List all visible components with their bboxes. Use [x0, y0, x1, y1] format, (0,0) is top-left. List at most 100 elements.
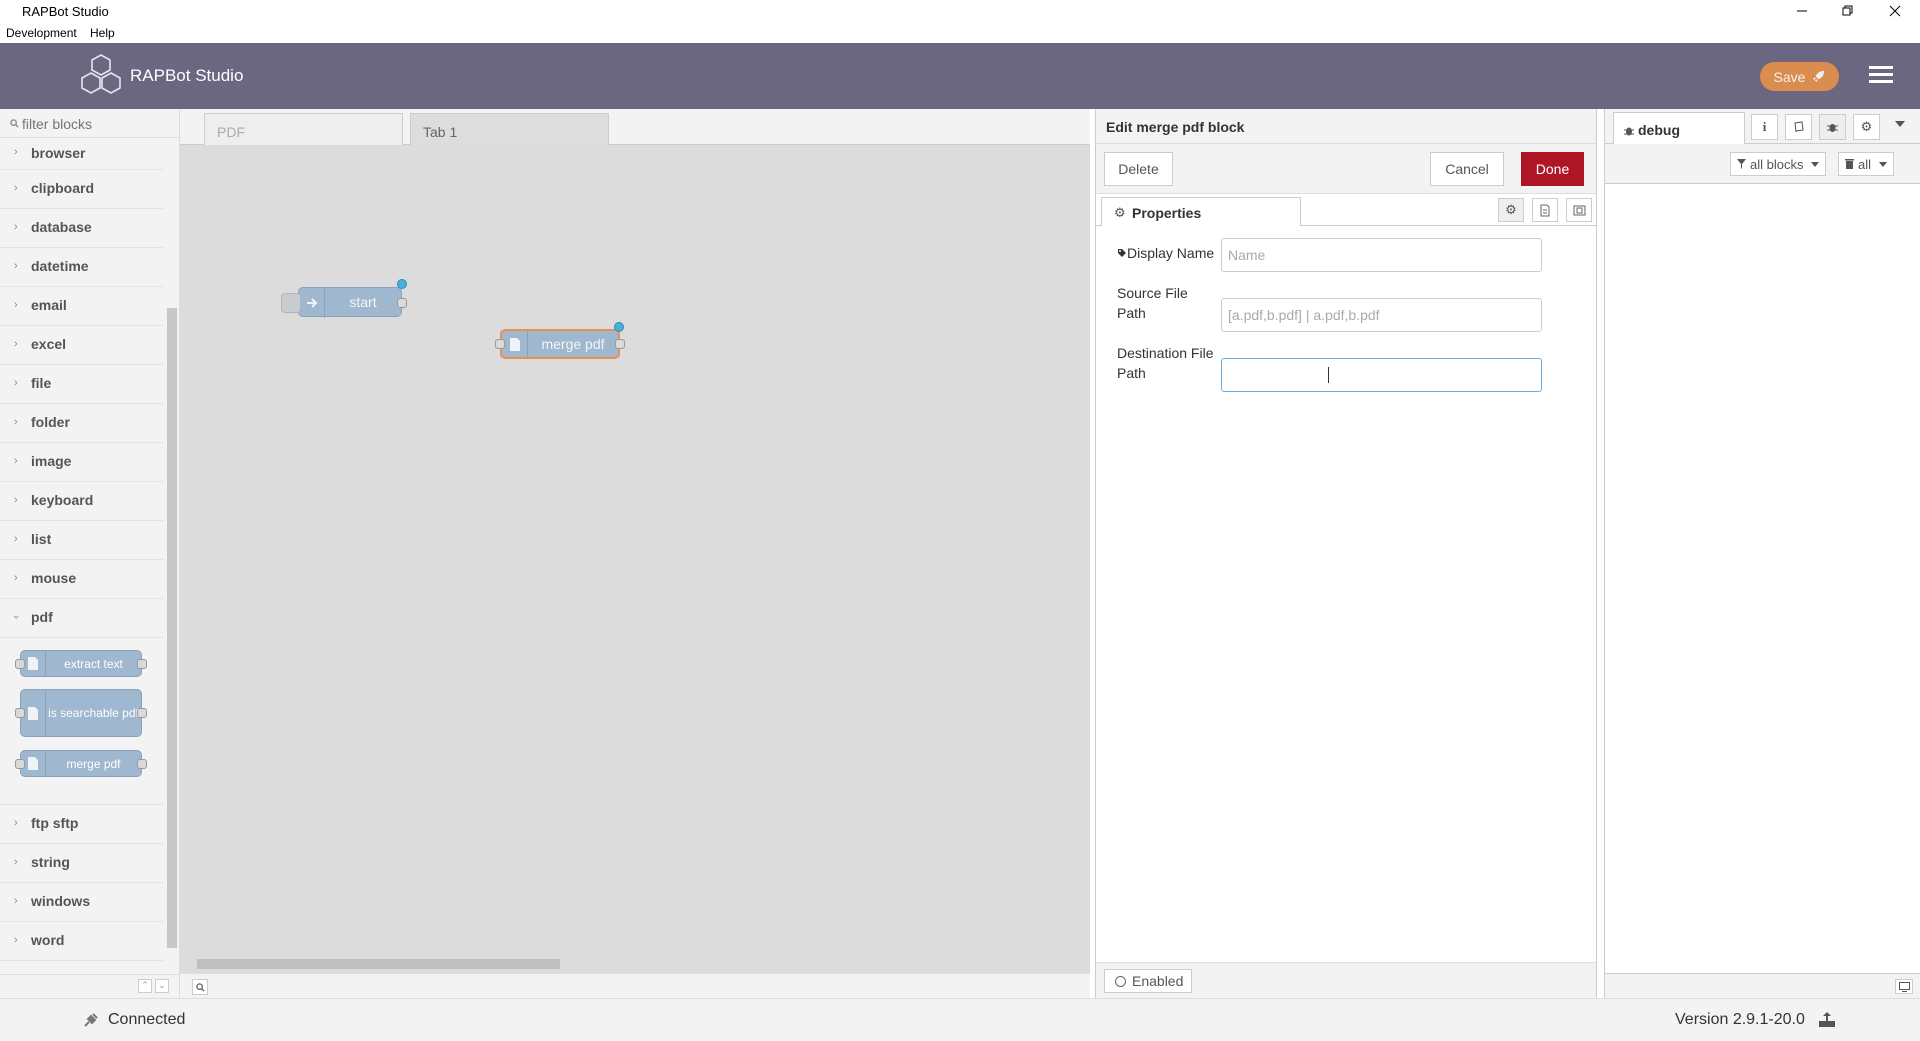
scrollbar-thumb[interactable] [167, 308, 177, 948]
menu-development[interactable]: Development [6, 26, 77, 40]
logo-icon [81, 54, 121, 94]
monitor-icon[interactable] [1895, 979, 1913, 994]
minimize-icon[interactable] [1779, 0, 1825, 22]
palette-block-extract-text[interactable]: extract text [15, 650, 147, 677]
category-label: clipboard [31, 180, 95, 196]
tray-header: Edit merge pdf block [1096, 109, 1596, 144]
bug-icon[interactable] [1819, 114, 1846, 140]
category-email[interactable]: › email [0, 287, 163, 326]
debug-filter-dropdown[interactable]: all blocks [1730, 152, 1827, 176]
collapse-up-icon[interactable]: ⌃ [138, 979, 152, 993]
display-name-label: Display Name [1117, 243, 1214, 263]
scrollbar-thumb[interactable] [197, 959, 560, 969]
info-icon[interactable]: i [1751, 114, 1778, 140]
category-label: ftp sftp [31, 815, 79, 831]
debug-clear-dropdown[interactable]: all [1838, 152, 1895, 176]
chevron-right-icon: › [14, 182, 18, 194]
gear-icon[interactable]: ⚙ [1853, 114, 1880, 140]
canvas-scrollbar[interactable] [180, 955, 1090, 973]
delete-button[interactable]: Delete [1104, 152, 1173, 186]
filter-icon [1737, 159, 1746, 169]
palette-block-is-searchable-pdf[interactable]: is searchable pdf [15, 689, 147, 737]
category-database[interactable]: › database [0, 209, 163, 248]
node-merge-pdf[interactable]: merge pdf [495, 322, 625, 359]
cancel-button[interactable]: Cancel [1430, 152, 1504, 186]
block-label: merge pdf [66, 756, 121, 771]
gear-icon[interactable]: ⚙ [1498, 198, 1524, 222]
source-file-path-field[interactable] [1221, 298, 1542, 332]
book-icon[interactable] [1785, 114, 1812, 140]
category-mouse[interactable]: › mouse [0, 560, 163, 599]
category-label: folder [31, 414, 70, 430]
chevron-right-icon: › [14, 494, 18, 506]
display-name-field[interactable] [1221, 238, 1542, 272]
save-button[interactable]: Save [1760, 62, 1839, 91]
changed-indicator [614, 322, 624, 332]
chevron-down-icon[interactable] [1895, 121, 1905, 127]
category-keyboard[interactable]: › keyboard [0, 482, 163, 521]
category-label: datetime [31, 258, 89, 274]
category-clipboard[interactable]: › clipboard [0, 170, 163, 209]
inject-button[interactable] [281, 293, 301, 313]
chevron-down-icon [1879, 161, 1888, 167]
palette-block-merge-pdf[interactable]: merge pdf [15, 750, 147, 777]
node-start[interactable]: start [281, 279, 407, 318]
category-label: mouse [31, 570, 77, 586]
chevron-right-icon: › [14, 377, 18, 389]
category-label: string [31, 854, 70, 870]
output-port [137, 759, 147, 769]
category-list[interactable]: › list [0, 521, 163, 560]
chevron-right-icon: › [14, 221, 18, 233]
tab-debug[interactable]: debug [1613, 112, 1745, 145]
category-pdf[interactable]: › pdf [0, 599, 163, 638]
tab-properties[interactable]: ⚙ Properties [1101, 197, 1301, 227]
chevron-down-icon: › [9, 615, 22, 619]
category-ftp-sftp[interactable]: › ftp sftp [0, 805, 163, 844]
block-palette: ›browser ›clipboard ›database ›datetime … [0, 109, 180, 998]
category-windows[interactable]: › windows [0, 883, 163, 922]
clear-label: all [1858, 156, 1872, 172]
done-button[interactable]: Done [1521, 152, 1584, 186]
tab-tab-1[interactable]: Tab 1 [410, 113, 609, 145]
enabled-toggle[interactable]: Enabled [1104, 969, 1192, 993]
field-label-text: Source File [1117, 285, 1188, 301]
save-label: Save [1773, 68, 1806, 85]
output-port [137, 659, 147, 669]
category-datetime[interactable]: › datetime [0, 248, 163, 287]
source-file-label: Source File Path [1117, 283, 1188, 323]
category-string[interactable]: › string [0, 844, 163, 883]
tab-label: debug [1638, 122, 1680, 138]
menu-help[interactable]: Help [90, 26, 115, 40]
category-label: database [31, 219, 92, 235]
palette-scrollbar[interactable] [164, 138, 179, 958]
input-port[interactable] [495, 339, 505, 349]
upload-icon[interactable] [1818, 1010, 1836, 1028]
frame-icon[interactable] [1566, 198, 1592, 222]
category-file[interactable]: › file [0, 365, 163, 404]
output-port[interactable] [615, 339, 625, 349]
trash-icon [1845, 159, 1854, 169]
restore-icon[interactable] [1825, 0, 1871, 22]
category-label: keyboard [31, 492, 94, 508]
workspace-footer [180, 973, 1090, 998]
category-browser[interactable]: › browser [0, 138, 163, 170]
tab-label: Tab 1 [423, 124, 458, 140]
edit-tray: Edit merge pdf block Delete Cancel Done … [1095, 109, 1597, 998]
close-icon[interactable] [1872, 0, 1918, 22]
tab-pdf[interactable]: PDF [204, 113, 403, 145]
input-port [15, 759, 25, 769]
category-excel[interactable]: › excel [0, 326, 163, 365]
input-port [15, 659, 25, 669]
flow-canvas[interactable]: start merge pdf [180, 145, 1090, 955]
filter-blocks-input[interactable] [22, 114, 172, 134]
document-icon[interactable] [1532, 198, 1558, 222]
destination-file-path-field[interactable] [1221, 358, 1542, 392]
category-folder[interactable]: › folder [0, 404, 163, 443]
chevron-down-icon [1811, 161, 1820, 167]
hamburger-icon[interactable] [1869, 66, 1893, 86]
category-word[interactable]: › word [0, 922, 163, 961]
collapse-down-icon[interactable]: ⌄ [155, 979, 169, 993]
category-image[interactable]: › image [0, 443, 163, 482]
output-port[interactable] [397, 298, 407, 308]
search-icon[interactable] [192, 979, 208, 995]
